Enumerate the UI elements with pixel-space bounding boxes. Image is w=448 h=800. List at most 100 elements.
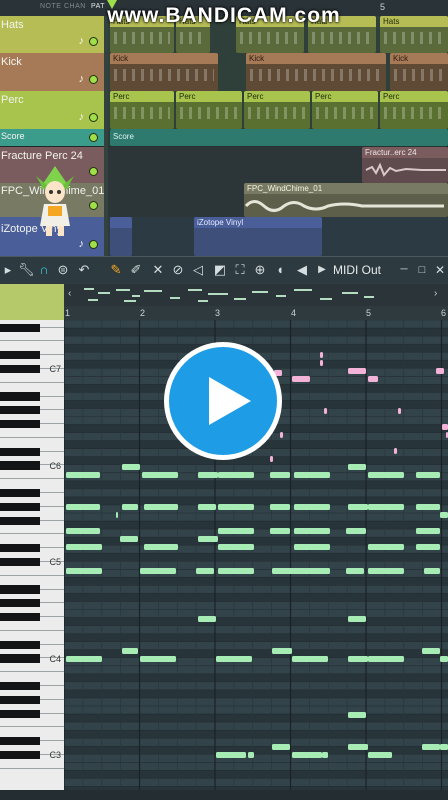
lane-score[interactable]: Score bbox=[108, 129, 448, 147]
magnet-icon[interactable]: ∩ bbox=[36, 261, 52, 279]
piano-roll-note[interactable] bbox=[348, 616, 366, 622]
lane-vinyl[interactable]: iZotope Vinyl bbox=[108, 217, 448, 257]
piano-roll-note[interactable] bbox=[218, 544, 254, 550]
piano-roll-note[interactable] bbox=[122, 464, 140, 470]
slice-icon[interactable]: ◁ bbox=[190, 261, 206, 279]
piano-roll-note[interactable] bbox=[416, 472, 440, 478]
select-icon[interactable]: ⛶ bbox=[232, 261, 248, 279]
clip-perc[interactable]: Perc bbox=[176, 91, 242, 129]
lane-fracture[interactable]: Fractur..erc 24 bbox=[108, 147, 448, 184]
black-key[interactable] bbox=[0, 364, 40, 374]
mute-icon[interactable]: ⊘ bbox=[170, 261, 186, 279]
piano-roll-note[interactable] bbox=[324, 408, 327, 414]
black-key[interactable] bbox=[0, 613, 40, 622]
timeline-ruler[interactable]: 1 2 3 4 5 6 bbox=[64, 306, 448, 321]
clip-hats[interactable]: Hats bbox=[176, 16, 210, 53]
piano-roll-note[interactable] bbox=[416, 504, 440, 510]
piano-roll-note[interactable] bbox=[198, 536, 218, 542]
piano-keyboard[interactable]: C7 C6 C5 C4 C3 bbox=[0, 320, 64, 790]
menu-icon[interactable]: ⊜ bbox=[55, 261, 71, 279]
clip-perc[interactable]: Perc bbox=[110, 91, 174, 129]
piano-roll-note[interactable] bbox=[216, 656, 252, 662]
track-header-score[interactable]: Score bbox=[0, 129, 104, 147]
black-key[interactable] bbox=[0, 447, 40, 456]
piano-roll-note[interactable] bbox=[416, 544, 440, 550]
track-mute-led[interactable] bbox=[89, 167, 98, 176]
piano-roll-note[interactable] bbox=[398, 408, 401, 414]
piano-roll-note[interactable] bbox=[442, 424, 448, 430]
lane-hats[interactable]: Hats Hats Hats Hats Hats bbox=[108, 16, 448, 54]
track-mute-led[interactable] bbox=[89, 113, 98, 122]
black-key[interactable] bbox=[0, 750, 40, 760]
lane-perc[interactable]: Perc Perc Perc Perc Perc bbox=[108, 91, 448, 130]
piano-roll-note[interactable] bbox=[294, 528, 330, 534]
piano-roll-note[interactable] bbox=[144, 544, 178, 550]
track-mute-led[interactable] bbox=[89, 240, 98, 249]
piano-roll-note[interactable] bbox=[142, 472, 178, 478]
piano-roll-note[interactable] bbox=[368, 376, 378, 382]
piano-roll-note[interactable] bbox=[218, 472, 254, 478]
black-key[interactable] bbox=[0, 709, 40, 718]
wrench-icon[interactable]: 🔧︎ bbox=[18, 261, 35, 279]
piano-roll-note[interactable] bbox=[440, 656, 448, 662]
piano-roll-note[interactable] bbox=[422, 648, 440, 654]
piano-roll-note[interactable] bbox=[348, 744, 368, 750]
dropdown-arrow-icon[interactable]: ▶ bbox=[314, 261, 330, 279]
piano-roll-note[interactable] bbox=[198, 472, 218, 478]
piano-roll-note[interactable] bbox=[368, 752, 392, 758]
track-header-kick[interactable]: Kick ♪ bbox=[0, 53, 104, 92]
piano-roll-note[interactable] bbox=[270, 528, 290, 534]
brush-icon[interactable]: ✐ bbox=[128, 261, 144, 279]
black-key[interactable] bbox=[0, 585, 40, 594]
piano-roll-note[interactable] bbox=[348, 712, 366, 718]
track-mute-led[interactable] bbox=[89, 37, 98, 46]
scroll-left-icon[interactable]: ‹ bbox=[68, 288, 71, 299]
black-key[interactable] bbox=[0, 681, 40, 691]
black-key[interactable] bbox=[0, 654, 40, 663]
piano-roll-note[interactable] bbox=[348, 656, 368, 662]
slip-icon[interactable]: ◩ bbox=[212, 261, 228, 279]
piano-roll-note[interactable] bbox=[66, 656, 102, 662]
clip-perc[interactable]: Perc bbox=[380, 91, 448, 129]
piano-roll-note[interactable] bbox=[122, 504, 138, 510]
piano-roll-note[interactable] bbox=[368, 656, 404, 662]
clip-kick[interactable]: Kick bbox=[390, 53, 448, 91]
black-key[interactable] bbox=[0, 599, 40, 608]
piano-roll-note[interactable] bbox=[348, 368, 366, 374]
piano-roll-note[interactable] bbox=[292, 656, 328, 662]
clip-fracture[interactable]: Fractur..erc 24 bbox=[362, 147, 448, 183]
playhead-marker-icon[interactable] bbox=[107, 0, 117, 10]
clip-perc[interactable]: Perc bbox=[244, 91, 310, 129]
scroll-right-icon[interactable]: › bbox=[434, 288, 437, 299]
piano-roll-note[interactable] bbox=[140, 656, 176, 662]
clip-perc[interactable]: Perc bbox=[312, 91, 378, 129]
piano-roll-note[interactable] bbox=[198, 504, 216, 510]
piano-roll-note[interactable] bbox=[66, 472, 100, 478]
black-key[interactable] bbox=[0, 557, 40, 567]
piano-roll-note[interactable] bbox=[416, 528, 440, 534]
close-icon[interactable]: ✕ bbox=[432, 261, 448, 279]
piano-roll-note[interactable] bbox=[346, 568, 364, 574]
piano-roll-note[interactable] bbox=[144, 504, 178, 510]
black-key[interactable] bbox=[0, 695, 40, 704]
clip-hats[interactable]: Hats bbox=[380, 16, 448, 53]
black-key[interactable] bbox=[0, 640, 40, 649]
maximize-icon[interactable]: □ bbox=[414, 261, 430, 279]
piano-roll-note[interactable] bbox=[218, 504, 254, 510]
piano-roll-note[interactable] bbox=[270, 456, 273, 462]
black-key[interactable] bbox=[0, 351, 40, 360]
play-arrow-icon[interactable]: ▸ bbox=[0, 261, 16, 279]
black-key[interactable] bbox=[0, 406, 40, 415]
piano-roll-note[interactable] bbox=[294, 568, 330, 574]
piano-roll-note[interactable] bbox=[66, 544, 102, 550]
piano-roll-note[interactable] bbox=[270, 504, 290, 510]
minimize-icon[interactable]: ─ bbox=[396, 261, 412, 279]
piano-roll-note[interactable] bbox=[66, 528, 100, 534]
piano-roll-note[interactable] bbox=[394, 448, 397, 454]
piano-roll-note[interactable] bbox=[198, 616, 216, 622]
black-key[interactable] bbox=[0, 737, 40, 746]
track-header-hats[interactable]: Hats ♪ bbox=[0, 16, 104, 54]
piano-roll-note[interactable] bbox=[66, 568, 102, 574]
piano-roll-note[interactable] bbox=[116, 512, 118, 518]
black-key[interactable] bbox=[0, 544, 40, 553]
